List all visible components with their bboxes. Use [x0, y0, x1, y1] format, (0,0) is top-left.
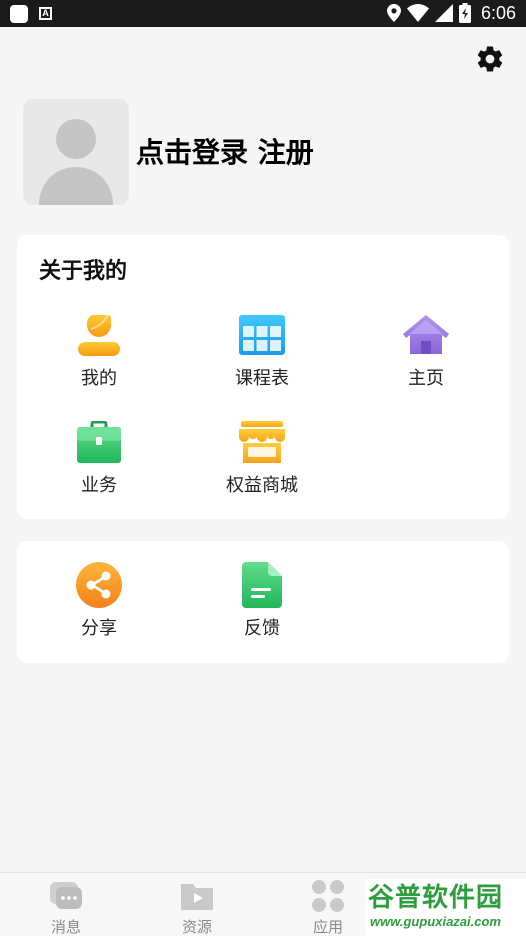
feedback-item[interactable]: 反馈 [197, 561, 327, 641]
avatar[interactable] [23, 99, 129, 205]
video-folder-icon [181, 884, 213, 910]
item-label: 反馈 [244, 618, 280, 639]
watermark: 谷普软件园 www.gupuxiazai.com [366, 879, 526, 936]
store-icon [239, 421, 285, 463]
home-icon [403, 315, 449, 354]
about-me-card: 关于我的 我的 课程表 主页 业务 权益商城 [17, 235, 509, 519]
section-title: 关于我的 [39, 259, 128, 284]
apps-icon [312, 880, 344, 912]
tab-messages[interactable]: 消息 [16, 873, 116, 936]
a-notification-icon: A [39, 7, 52, 20]
location-icon [386, 4, 401, 22]
timetable-icon [239, 315, 285, 355]
business-item[interactable]: 业务 [34, 418, 164, 498]
share-icon [76, 562, 122, 608]
tab-resources[interactable]: 资源 [147, 873, 247, 936]
gear-icon [477, 46, 503, 72]
homepage-item[interactable]: 主页 [361, 311, 491, 391]
feedback-document-icon [242, 562, 282, 608]
tab-apps[interactable]: 应用 [278, 873, 378, 936]
share-item[interactable]: 分享 [34, 561, 164, 641]
my-item[interactable]: 我的 [34, 311, 164, 391]
status-bar: A 6:06 [0, 0, 526, 27]
item-label: 权益商城 [226, 475, 298, 496]
item-label: 课程表 [235, 368, 289, 389]
tab-label: 资源 [181, 918, 212, 936]
watermark-title: 谷普软件园 [368, 883, 504, 913]
wifi-icon [406, 4, 429, 22]
item-label: 分享 [81, 618, 117, 639]
item-label: 主页 [408, 368, 444, 389]
status-time: 6:06 [480, 3, 516, 23]
signal-icon [434, 4, 453, 22]
timetable-item[interactable]: 课程表 [197, 311, 327, 391]
app-notification-icon [10, 5, 28, 23]
more-card: 分享 反馈 [17, 541, 509, 663]
settings-button[interactable] [474, 43, 506, 75]
rights-mall-item[interactable]: 权益商城 [197, 418, 327, 498]
briefcase-icon [77, 421, 121, 463]
item-label: 业务 [81, 475, 117, 496]
message-icon [50, 882, 82, 909]
watermark-url: www.gupuxiazai.com [370, 914, 501, 929]
user-icon [78, 314, 120, 356]
item-label: 我的 [81, 368, 117, 389]
tab-label: 消息 [50, 918, 81, 936]
default-avatar-icon [39, 119, 113, 205]
battery-charging-icon [458, 3, 471, 23]
login-register-link[interactable]: 点击登录 注册 [136, 134, 314, 172]
tab-label: 应用 [312, 918, 343, 936]
